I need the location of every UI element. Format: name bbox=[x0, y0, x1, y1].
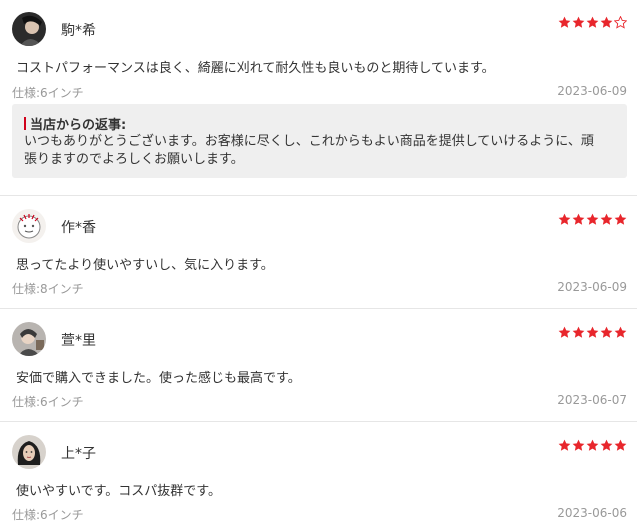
review-date: 2023-06-09 bbox=[557, 84, 627, 98]
user-avatar[interactable] bbox=[12, 435, 46, 469]
star-filled-icon bbox=[600, 439, 613, 451]
user-avatar[interactable] bbox=[12, 12, 46, 46]
spec-label: 仕様:6インチ bbox=[12, 86, 84, 100]
review-comment: 思ってたより使いやすいし、気に入ります。 bbox=[16, 258, 274, 273]
star-filled-icon bbox=[558, 213, 571, 225]
reply-title: 当店からの返事: bbox=[24, 115, 615, 133]
review-comment: コストパフォーマンスは良く、綺麗に刈れて耐久性も良いものと期待しています。 bbox=[16, 61, 495, 76]
star-filled-icon bbox=[600, 326, 613, 338]
reply-title-text: 当店からの返事: bbox=[30, 118, 127, 133]
review-comment: 使いやすいです。コスパ抜群です。 bbox=[16, 484, 222, 499]
spec-label: 仕様:8インチ bbox=[12, 282, 84, 296]
star-filled-icon bbox=[586, 439, 599, 451]
spec-label: 仕様:6インチ bbox=[12, 508, 84, 522]
reply-text: いつもありがとうございます。お客様に尽くし、これからもよい商品を提供していけるよ… bbox=[24, 134, 594, 167]
star-empty-icon bbox=[614, 16, 627, 29]
rating-stars bbox=[558, 213, 627, 226]
username: 駒*希 bbox=[61, 23, 96, 39]
star-filled-icon bbox=[558, 16, 571, 28]
star-filled-icon bbox=[572, 16, 585, 28]
star-filled-icon bbox=[614, 439, 627, 451]
username: 作*香 bbox=[61, 220, 96, 236]
review-item: 駒*希 コストパフォーマンスは良く、綺麗に刈れて耐久性も良いものと期待しています… bbox=[0, 0, 637, 196]
star-filled-icon bbox=[586, 326, 599, 338]
star-filled-icon bbox=[558, 326, 571, 338]
star-filled-icon bbox=[572, 439, 585, 451]
review-date: 2023-06-07 bbox=[557, 393, 627, 407]
user-avatar[interactable] bbox=[12, 322, 46, 356]
star-filled-icon bbox=[586, 213, 599, 225]
review-date: 2023-06-09 bbox=[557, 280, 627, 294]
star-filled-icon bbox=[572, 213, 585, 225]
review-date: 2023-06-06 bbox=[557, 506, 627, 520]
star-filled-icon bbox=[614, 326, 627, 338]
review-item: 作*香 思ってたより使いやすいし、気に入ります。 仕様:8インチ 2023-06… bbox=[0, 196, 637, 309]
star-filled-icon bbox=[558, 439, 571, 451]
star-filled-icon bbox=[600, 213, 613, 225]
rating-stars bbox=[558, 16, 627, 29]
spec-label: 仕様:6インチ bbox=[12, 395, 84, 409]
star-filled-icon bbox=[600, 16, 613, 28]
review-comment: 安価で購入できました。使った感じも最高です。 bbox=[16, 371, 301, 386]
shop-reply: 当店からの返事: いつもありがとうございます。お客様に尽くし、これからもよい商品… bbox=[12, 104, 627, 178]
username: 上*子 bbox=[61, 446, 96, 462]
star-filled-icon bbox=[586, 16, 599, 28]
rating-stars bbox=[558, 326, 627, 339]
reply-accent-bar bbox=[24, 117, 26, 130]
username: 萱*里 bbox=[61, 333, 96, 349]
rating-stars bbox=[558, 439, 627, 452]
star-filled-icon bbox=[572, 326, 585, 338]
user-avatar[interactable] bbox=[12, 209, 46, 243]
review-item: 萱*里 安価で購入できました。使った感じも最高です。 仕様:6インチ 2023-… bbox=[0, 309, 637, 422]
review-item: 上*子 使いやすいです。コスパ抜群です。 仕様:6インチ 2023-06-06 bbox=[0, 422, 637, 526]
star-filled-icon bbox=[614, 213, 627, 225]
